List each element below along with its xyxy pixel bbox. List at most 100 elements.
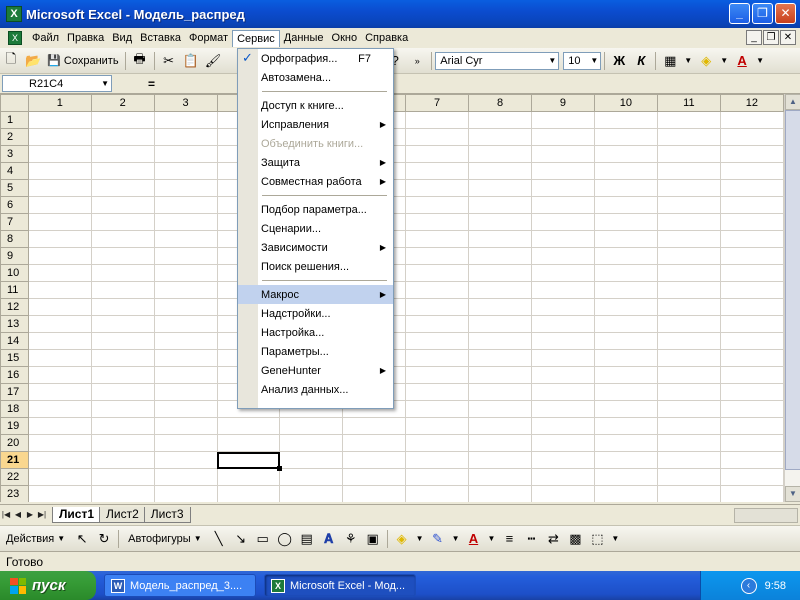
new-document-icon[interactable]: 🗋 xyxy=(0,50,22,72)
column-header[interactable]: 10 xyxy=(593,94,658,112)
cell[interactable] xyxy=(719,213,784,231)
cell[interactable] xyxy=(719,349,784,367)
cell[interactable] xyxy=(405,213,470,231)
cell[interactable] xyxy=(719,451,784,469)
cell[interactable] xyxy=(90,383,155,401)
cell[interactable] xyxy=(468,111,532,129)
arrow-icon[interactable]: ↘ xyxy=(230,528,252,550)
chevron-down-icon[interactable]: ▼ xyxy=(101,79,109,88)
cell[interactable] xyxy=(719,434,784,452)
cell[interactable] xyxy=(216,434,281,452)
cell[interactable] xyxy=(468,264,532,282)
select-pointer-icon[interactable]: ↖ xyxy=(71,528,93,550)
cell[interactable] xyxy=(530,247,595,265)
cell[interactable] xyxy=(90,366,155,384)
row-header[interactable]: 8 xyxy=(0,230,29,248)
cell[interactable] xyxy=(719,162,784,180)
doc-restore-button[interactable]: ❐ xyxy=(763,30,779,45)
open-folder-icon[interactable]: 📂 xyxy=(22,50,44,72)
cell[interactable] xyxy=(530,111,595,129)
row-header[interactable]: 10 xyxy=(0,264,29,282)
row-header[interactable]: 22 xyxy=(0,468,29,486)
cell[interactable] xyxy=(719,400,784,418)
cell[interactable] xyxy=(593,213,658,231)
cell[interactable] xyxy=(405,264,470,282)
cell[interactable] xyxy=(279,468,344,486)
cell[interactable] xyxy=(530,451,595,469)
cell[interactable] xyxy=(719,485,784,502)
sheet-tab[interactable]: Лист2 xyxy=(99,506,146,523)
row-header[interactable]: 2 xyxy=(0,128,29,146)
autoshapes-menu[interactable]: Автофигуры ▼ xyxy=(122,533,208,545)
save-button[interactable]: 💾 Сохранить xyxy=(44,50,121,72)
cell[interactable] xyxy=(405,298,470,316)
cell[interactable] xyxy=(153,366,218,384)
picture-icon[interactable]: ▣ xyxy=(362,528,384,550)
cell[interactable] xyxy=(656,179,721,197)
oval-icon[interactable]: ◯ xyxy=(274,528,296,550)
clipart-icon[interactable]: ⚘ xyxy=(340,528,362,550)
row-header[interactable]: 7 xyxy=(0,213,29,231)
row-header[interactable]: 6 xyxy=(0,196,29,214)
cell[interactable] xyxy=(468,434,532,452)
cell[interactable] xyxy=(405,434,470,452)
cell[interactable] xyxy=(656,298,721,316)
vertical-scrollbar[interactable]: ▲ ▼ xyxy=(784,94,800,502)
cell[interactable] xyxy=(153,417,218,435)
dropdown-item[interactable]: Параметры... xyxy=(238,342,393,361)
cell[interactable] xyxy=(90,451,155,469)
cell[interactable] xyxy=(27,383,92,401)
column-header[interactable]: 11 xyxy=(656,94,721,112)
cell[interactable] xyxy=(27,111,92,129)
dropdown-item[interactable]: Макрос ▶ xyxy=(238,285,393,304)
cell[interactable] xyxy=(27,434,92,452)
chevron-down-icon[interactable]: ▼ xyxy=(449,528,463,550)
cell[interactable] xyxy=(27,213,92,231)
cell[interactable] xyxy=(153,451,218,469)
cell[interactable] xyxy=(656,468,721,486)
cell[interactable] xyxy=(468,230,532,248)
dropdown-item[interactable]: Поиск решения... xyxy=(238,257,393,276)
cell[interactable] xyxy=(530,417,595,435)
cell[interactable] xyxy=(90,179,155,197)
cell[interactable] xyxy=(593,128,658,146)
arrow-style-icon[interactable]: ⇄ xyxy=(542,528,564,550)
cell[interactable] xyxy=(405,247,470,265)
cell[interactable] xyxy=(530,468,595,486)
dropdown-item[interactable]: Автозамена... xyxy=(238,68,393,87)
cell[interactable] xyxy=(342,434,407,452)
horizontal-scrollbar[interactable] xyxy=(734,508,798,523)
cell[interactable] xyxy=(27,468,92,486)
cell[interactable] xyxy=(27,179,92,197)
cell[interactable] xyxy=(153,230,218,248)
cell[interactable] xyxy=(342,485,407,502)
cell[interactable] xyxy=(530,179,595,197)
row-header[interactable]: 15 xyxy=(0,349,29,367)
cell[interactable] xyxy=(405,400,470,418)
cell[interactable] xyxy=(342,468,407,486)
cell[interactable] xyxy=(530,162,595,180)
start-button[interactable]: пуск xyxy=(0,571,96,600)
cell[interactable] xyxy=(27,298,92,316)
cell[interactable] xyxy=(593,247,658,265)
cell[interactable] xyxy=(27,230,92,248)
cell[interactable] xyxy=(468,162,532,180)
wordart-icon[interactable]: 𝐀 xyxy=(318,528,340,550)
cell[interactable] xyxy=(27,128,92,146)
cell[interactable] xyxy=(656,400,721,418)
column-header[interactable]: 2 xyxy=(90,94,155,112)
cell[interactable] xyxy=(530,485,595,502)
menu-item-5[interactable]: Формат xyxy=(185,30,232,47)
cell[interactable] xyxy=(530,264,595,282)
cell[interactable] xyxy=(153,111,218,129)
cell[interactable] xyxy=(468,366,532,384)
maximize-button[interactable]: ❐ xyxy=(752,3,773,24)
cell[interactable] xyxy=(468,281,532,299)
name-box[interactable]: R21C4 ▼ xyxy=(2,75,112,92)
dropdown-item[interactable]: Сценарии... xyxy=(238,219,393,238)
fill-color-icon[interactable]: ◈ xyxy=(391,528,413,550)
cell[interactable] xyxy=(405,383,470,401)
row-header[interactable]: 3 xyxy=(0,145,29,163)
select-all-corner[interactable] xyxy=(0,94,29,112)
cell[interactable] xyxy=(719,332,784,350)
